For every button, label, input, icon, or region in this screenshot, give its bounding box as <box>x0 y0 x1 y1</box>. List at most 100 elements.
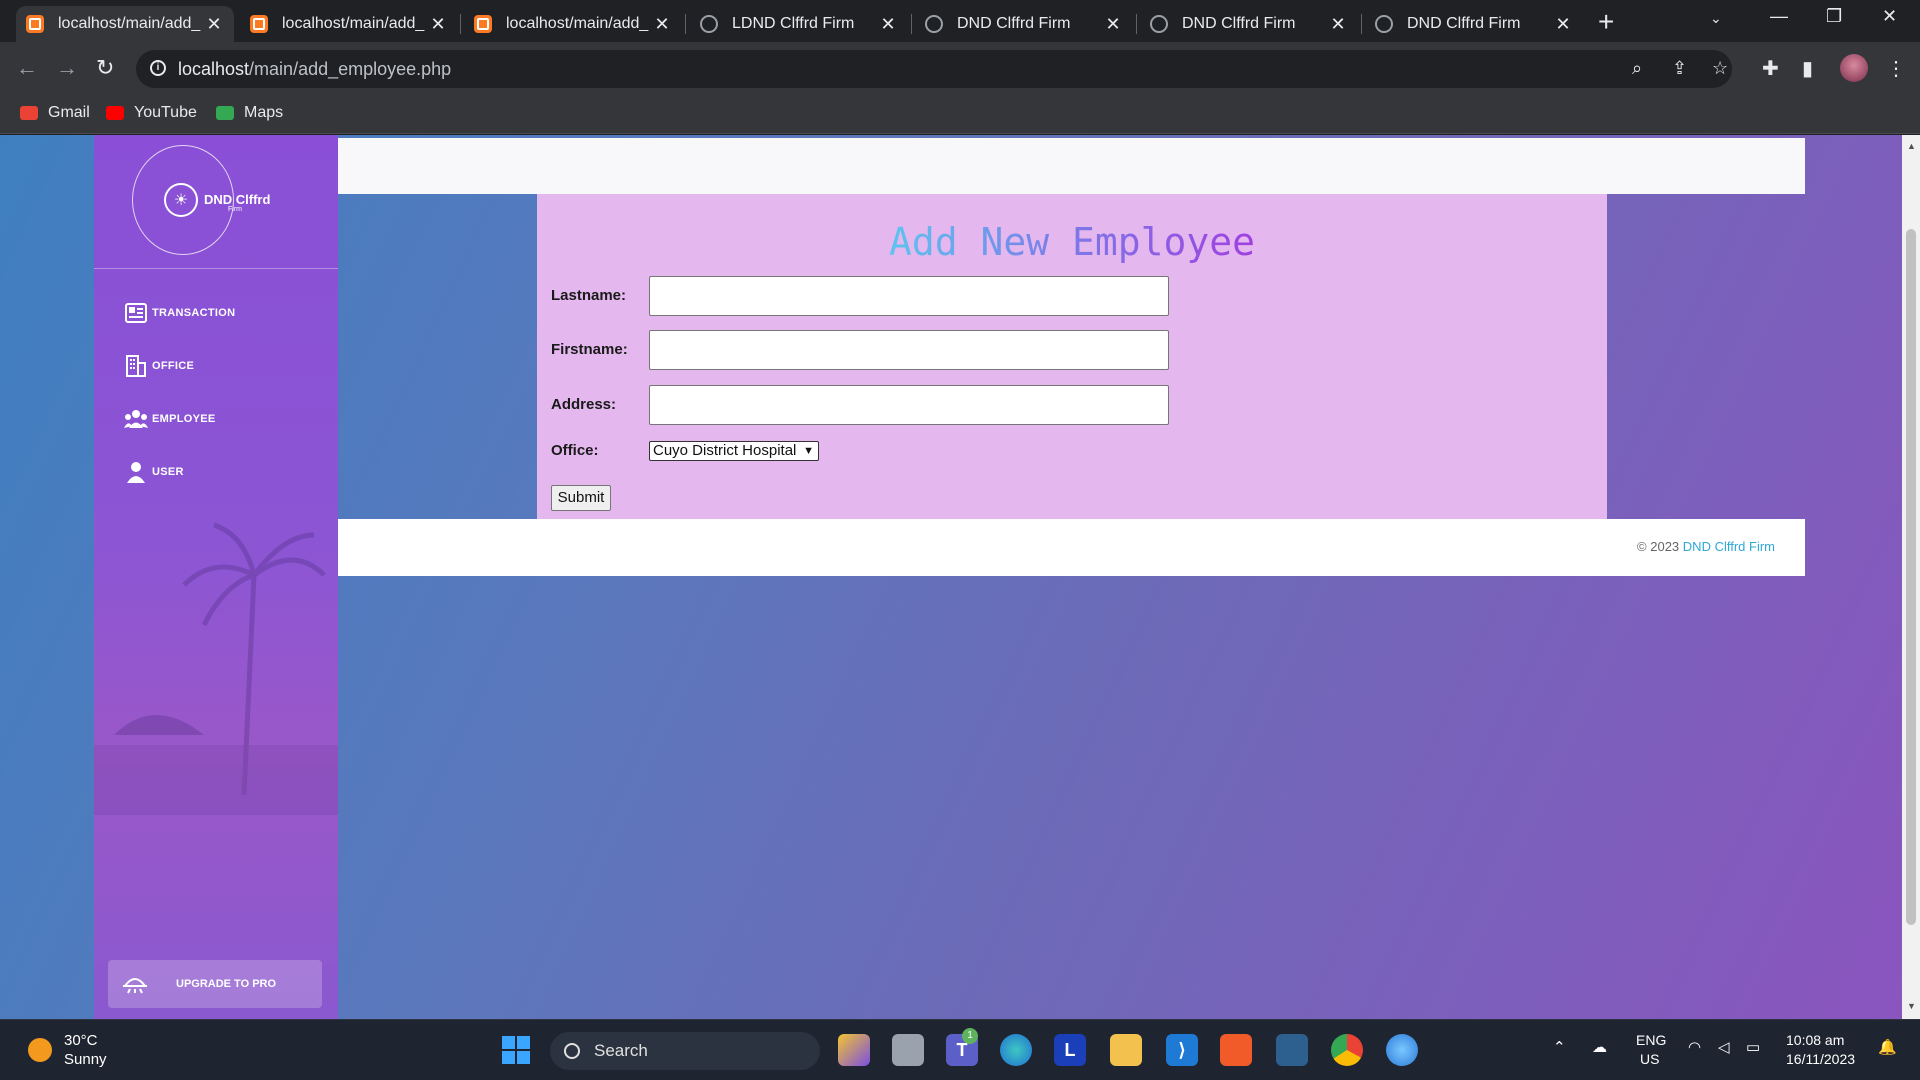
language-indicator[interactable]: ENG <box>1636 1032 1666 1048</box>
new-tab-icon[interactable]: + <box>1598 8 1614 36</box>
globe-icon <box>925 15 943 33</box>
brave-icon[interactable] <box>1220 1034 1252 1066</box>
mysql-workbench-icon[interactable] <box>1276 1034 1308 1066</box>
chevron-down-icon: ▼ <box>803 445 814 457</box>
submit-button[interactable]: Submit <box>551 485 611 511</box>
globe-icon <box>700 15 718 33</box>
profile-avatar[interactable] <box>1840 54 1868 82</box>
onedrive-icon[interactable]: ☁ <box>1592 1038 1607 1056</box>
minimize-icon[interactable]: — <box>1770 6 1788 27</box>
office-select[interactable]: Cuyo District Hospital ▼ <box>649 441 819 461</box>
tab-separator <box>1361 14 1362 34</box>
bookmark-gmail[interactable]: Gmail <box>20 104 90 122</box>
browser-tab[interactable]: localhost/main/add_ ✕ <box>240 6 458 42</box>
sidebar-item-user[interactable]: USER <box>124 461 184 483</box>
browser-tab[interactable]: DND Clffrd Firm ✕ <box>1140 6 1358 42</box>
tab-title: localhost/main/add_ <box>282 15 425 32</box>
globe-app-icon[interactable] <box>1386 1034 1418 1066</box>
side-panel-icon[interactable]: ▮ <box>1802 56 1813 81</box>
share-icon[interactable]: ⇪ <box>1672 58 1687 79</box>
brand-name: DND Clffrd <box>204 192 271 207</box>
sidebar-item-transaction[interactable]: TRANSACTION <box>124 302 235 324</box>
footer-brand-link[interactable]: DND Clffrd Firm <box>1683 539 1775 554</box>
close-tab-icon[interactable]: ✕ <box>1328 14 1348 35</box>
url-text[interactable]: localhost/main/add_employee.php <box>178 59 451 80</box>
edge-icon[interactable] <box>1000 1034 1032 1066</box>
tab-title: DND Clffrd Firm <box>1182 15 1296 32</box>
search-icon <box>564 1043 580 1059</box>
browser-tab[interactable]: LDND Clffrd Firm ✕ <box>690 6 908 42</box>
lastname-input[interactable] <box>649 276 1169 316</box>
chevron-up-icon[interactable]: ⌃ <box>1553 1038 1566 1056</box>
forward-icon[interactable]: → <box>56 56 78 80</box>
address-input[interactable] <box>649 385 1169 425</box>
scroll-down-icon[interactable]: ▼ <box>1907 1001 1916 1011</box>
start-icon[interactable] <box>500 1034 532 1066</box>
close-tab-icon[interactable]: ✕ <box>204 14 224 35</box>
task-view-icon[interactable] <box>892 1034 924 1066</box>
tab-separator <box>1136 14 1137 34</box>
page-scrollbar[interactable]: ▲ ▼ <box>1902 135 1920 1019</box>
top-header-bar <box>338 138 1805 194</box>
vscode-icon[interactable]: ⟩ <box>1166 1034 1198 1066</box>
battery-icon[interactable]: ▭ <box>1746 1038 1760 1056</box>
l-app-icon[interactable]: L <box>1054 1034 1086 1066</box>
browser-tab[interactable]: localhost/main/add_ ✕ <box>16 6 234 42</box>
reload-icon[interactable]: ↻ <box>96 56 114 80</box>
bookmark-maps[interactable]: Maps <box>216 104 283 122</box>
restore-icon[interactable]: ❐ <box>1826 6 1842 27</box>
site-info-icon[interactable]: i <box>150 60 166 76</box>
taskbar-search[interactable]: Search <box>550 1032 820 1070</box>
globe-icon <box>1150 15 1168 33</box>
close-tab-icon[interactable]: ✕ <box>652 14 672 35</box>
globe-icon <box>1375 15 1393 33</box>
tab-separator <box>460 14 461 34</box>
region-indicator[interactable]: US <box>1640 1051 1659 1067</box>
scrollbar-thumb[interactable] <box>1906 229 1916 925</box>
menu-icon[interactable]: ⋮ <box>1886 56 1906 81</box>
user-icon <box>124 461 148 483</box>
address-bar[interactable]: i localhost/main/add_employee.php ⌕ ⇪ ☆ <box>136 50 1732 88</box>
tab-title: localhost/main/add_ <box>58 15 201 32</box>
firstname-input[interactable] <box>649 330 1169 370</box>
page-title: Add New Employee <box>888 220 1256 264</box>
volume-icon[interactable]: ◁ <box>1718 1038 1730 1056</box>
bookmark-star-icon[interactable]: ☆ <box>1712 58 1728 79</box>
chrome-icon[interactable] <box>1331 1034 1363 1066</box>
weather-condition[interactable]: Sunny <box>64 1051 107 1068</box>
close-tab-icon[interactable]: ✕ <box>428 14 448 35</box>
footer-copyright: © 2023 DND Clffrd Firm <box>1637 539 1775 554</box>
browser-tab[interactable]: DND Clffrd Firm ✕ <box>1365 6 1583 42</box>
tab-search-icon[interactable]: ⌄ <box>1710 10 1722 27</box>
sun-icon[interactable] <box>28 1038 52 1062</box>
tab-title: localhost/main/add_ <box>506 15 649 32</box>
clock-date[interactable]: 16/11/2023 <box>1786 1051 1855 1067</box>
back-icon[interactable]: ← <box>16 56 38 80</box>
close-tab-icon[interactable]: ✕ <box>878 14 898 35</box>
file-explorer-icon[interactable] <box>1110 1034 1142 1066</box>
bookmark-youtube[interactable]: YouTube <box>106 104 197 122</box>
teams-badge: 1 <box>962 1028 978 1044</box>
sidebar-divider <box>94 268 338 269</box>
sidebar-item-employee[interactable]: EMPLOYEE <box>124 408 216 430</box>
close-tab-icon[interactable]: ✕ <box>1103 14 1123 35</box>
scroll-up-icon[interactable]: ▲ <box>1907 141 1916 151</box>
sidebar-item-label: TRANSACTION <box>152 307 236 319</box>
extensions-icon[interactable]: ✚ <box>1762 56 1779 81</box>
building-icon <box>124 355 148 377</box>
weather-temperature[interactable]: 30°C <box>64 1032 98 1049</box>
clock-time[interactable]: 10:08 am <box>1786 1032 1844 1048</box>
browser-tab[interactable]: DND Clffrd Firm ✕ <box>915 6 1133 42</box>
close-tab-icon[interactable]: ✕ <box>1553 14 1573 35</box>
sidebar-item-office[interactable]: OFFICE <box>124 355 194 377</box>
close-window-icon[interactable]: ✕ <box>1882 6 1897 27</box>
tab-separator <box>685 14 686 34</box>
zoom-icon[interactable]: ⌕ <box>1632 58 1642 79</box>
notification-bell-icon[interactable]: 🔔 <box>1878 1038 1897 1056</box>
browser-tab[interactable]: localhost/main/add_ ✕ <box>464 6 682 42</box>
copilot-icon[interactable] <box>838 1034 870 1066</box>
footer: © 2023 DND Clffrd Firm <box>338 519 1805 576</box>
users-icon <box>124 408 148 430</box>
wifi-icon[interactable]: ◠ <box>1688 1038 1701 1056</box>
upgrade-to-pro-button[interactable]: UPGRADE TO PRO <box>108 960 322 1008</box>
